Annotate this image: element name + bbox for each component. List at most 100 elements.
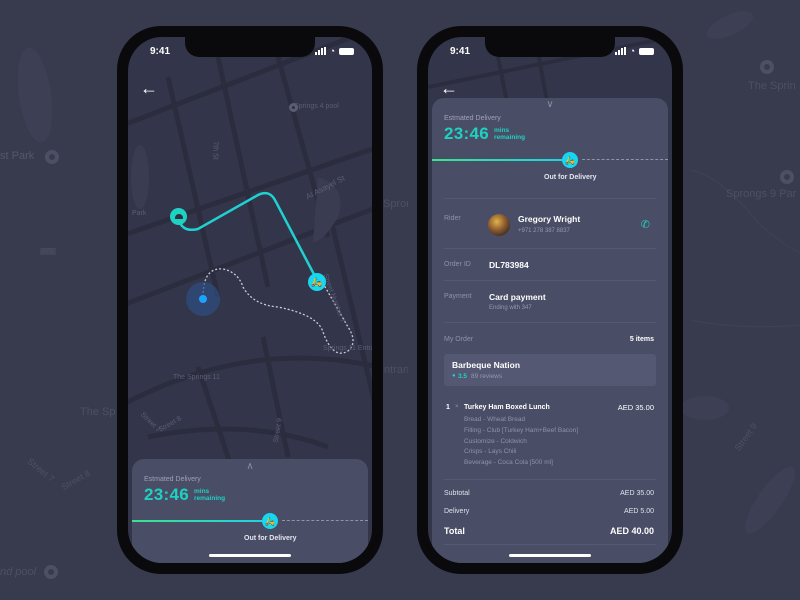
signal-icon — [614, 47, 626, 55]
subtotal-value: AED 35.00 — [620, 490, 654, 497]
estimated-delivery-label: Estmated Delivery — [444, 115, 501, 122]
payment-method: Card payment — [489, 292, 546, 302]
phone-map-view: Springs 4 pool 7th St Al Asayel St Stree… — [117, 26, 383, 574]
progress-complete — [132, 520, 264, 522]
delivery-status-text: Out for Delivery — [544, 174, 597, 181]
back-button[interactable]: ← — [140, 79, 158, 97]
phone-order-details: 9:41 ◔ ← ∨ Estmated Delivery 23:46 mins … — [417, 26, 683, 574]
progress-marker: 🛵 — [562, 152, 578, 168]
user-location-dot — [199, 295, 207, 303]
arrow-left-icon: ← — [140, 78, 158, 98]
divider — [444, 322, 656, 323]
map-label-springs-4-pool: Springs 4 pool — [294, 103, 339, 110]
star-icon: ● — [452, 373, 456, 379]
restaurant-reviews: 89 reviews — [471, 373, 503, 380]
battery-icon — [339, 47, 354, 55]
total-label: Total — [444, 526, 465, 536]
bg-label-the-springs-right: The Sprin — [748, 80, 796, 92]
poi-pool-icon — [289, 103, 298, 112]
status-time: 9:41 — [150, 45, 171, 57]
my-order-label: My Order — [444, 336, 474, 343]
item-times: × — [455, 404, 459, 410]
status-icons: ◔ — [614, 46, 654, 56]
estimated-delivery-label: Estmated Delivery — [144, 476, 201, 483]
item-name: Turkey Ham Boxed Lunch — [464, 404, 550, 411]
remaining-label: remaining — [194, 495, 226, 502]
divider — [444, 198, 656, 199]
progress-remaining — [282, 520, 368, 521]
estimated-delivery-time: 23:46 — [144, 485, 189, 504]
battery-icon — [639, 47, 654, 55]
restaurant-rating: 3.5 — [458, 373, 468, 380]
status-time: 9:41 — [450, 45, 471, 57]
item-option: Customize - Coldwich — [464, 438, 527, 445]
restaurant-card[interactable]: Barbeque Nation ● 3.5 89 reviews — [444, 354, 656, 386]
total-value: AED 40.00 — [609, 526, 654, 536]
arrow-left-icon: ← — [440, 78, 458, 98]
divider — [444, 544, 656, 545]
bg-label-park: st Park — [0, 150, 35, 162]
item-option: Crisps - Lays Chili — [464, 448, 517, 455]
signal-icon — [314, 47, 326, 55]
bg-label-road-number: 072 — [40, 248, 56, 255]
divider — [444, 280, 656, 281]
status-icons: ◔ — [314, 46, 354, 56]
bg-label-pool: nd pool — [0, 566, 37, 578]
scooter-icon: 🛵 — [565, 155, 575, 165]
map-screen: Springs 4 pool 7th St Al Asayel St Stree… — [128, 37, 372, 563]
order-details-sheet: ∨ Estmated Delivery 23:46 mins remaining… — [432, 98, 668, 563]
phone-icon: ✆ — [640, 219, 650, 231]
subtotal-label: Subtotal — [444, 490, 470, 497]
bg-label-entrance: ntrance — [384, 364, 408, 376]
divider — [444, 248, 656, 249]
bg-label-springs-9-park: Sprongs 9 Par — [726, 188, 797, 200]
wifi-icon: ◔ — [629, 46, 635, 56]
progress-complete — [432, 159, 564, 161]
rider-phone: +971 278 387 8837 — [518, 228, 570, 234]
bg-poi-pool-icon — [44, 565, 58, 579]
rider-name: Gregory Wright — [518, 214, 581, 224]
rider-avatar — [488, 214, 510, 236]
scooter-icon: 🛵 — [265, 516, 275, 526]
item-option: Bread - Wheat Bread — [464, 416, 526, 423]
bg-poi-springs-9-icon — [780, 170, 794, 184]
restaurant-marker[interactable] — [170, 208, 187, 225]
restaurant-name: Barbeque Nation — [452, 360, 521, 370]
restaurant-cloche-icon — [174, 214, 183, 219]
status-bar: 9:41 ◔ — [150, 45, 354, 57]
scooter-icon: 🛵 — [311, 276, 323, 287]
map-label-park: Park — [132, 210, 147, 217]
delivery-fee-value: AED 5.00 — [624, 508, 654, 515]
bg-label-the-springs: The Sp — [80, 406, 116, 418]
order-screen: 9:41 ◔ ← ∨ Estmated Delivery 23:46 mins … — [428, 37, 672, 563]
chevron-up-icon[interactable]: ∧ — [246, 461, 253, 472]
progress-marker: 🛵 — [262, 513, 278, 529]
map-label-7th-st: 7th St — [211, 141, 219, 160]
payment-card-ending: Ending with 347 — [489, 305, 532, 311]
bg-poi-springs-icon — [760, 60, 774, 74]
delivery-status-sheet[interactable]: ∧ Estmated Delivery 23:46 mins remaining… — [132, 459, 368, 563]
order-item-count: 5 items — [629, 336, 654, 343]
delivery-fee-label: Delivery — [444, 508, 470, 515]
home-indicator[interactable] — [509, 554, 591, 557]
order-id-label: Order ID — [444, 261, 471, 268]
call-rider-button[interactable]: ✆ — [641, 218, 650, 231]
bg-poi-park-icon — [45, 150, 59, 164]
payment-label: Payment — [444, 293, 472, 300]
status-bar: 9:41 ◔ — [450, 45, 654, 57]
map-label-the-springs-11: The Springs 11 — [173, 374, 220, 381]
remaining-label: remaining — [494, 134, 526, 141]
rider-marker[interactable]: 🛵 — [308, 273, 326, 291]
bg-label-springs-10: Sprongs 10 — [383, 198, 408, 210]
chevron-down-icon[interactable]: ∨ — [546, 99, 553, 110]
estimated-delivery-time: 23:46 — [444, 124, 489, 143]
wifi-icon: ◔ — [329, 46, 335, 56]
divider — [444, 479, 656, 480]
delivery-status-text: Out for Delivery — [244, 535, 297, 542]
home-indicator[interactable] — [209, 554, 291, 557]
back-button[interactable]: ← — [440, 79, 458, 97]
order-id-value: DL783984 — [489, 260, 529, 270]
item-price: AED 35.00 — [617, 403, 654, 412]
item-qty: 1 — [446, 404, 450, 411]
progress-remaining — [582, 159, 668, 160]
